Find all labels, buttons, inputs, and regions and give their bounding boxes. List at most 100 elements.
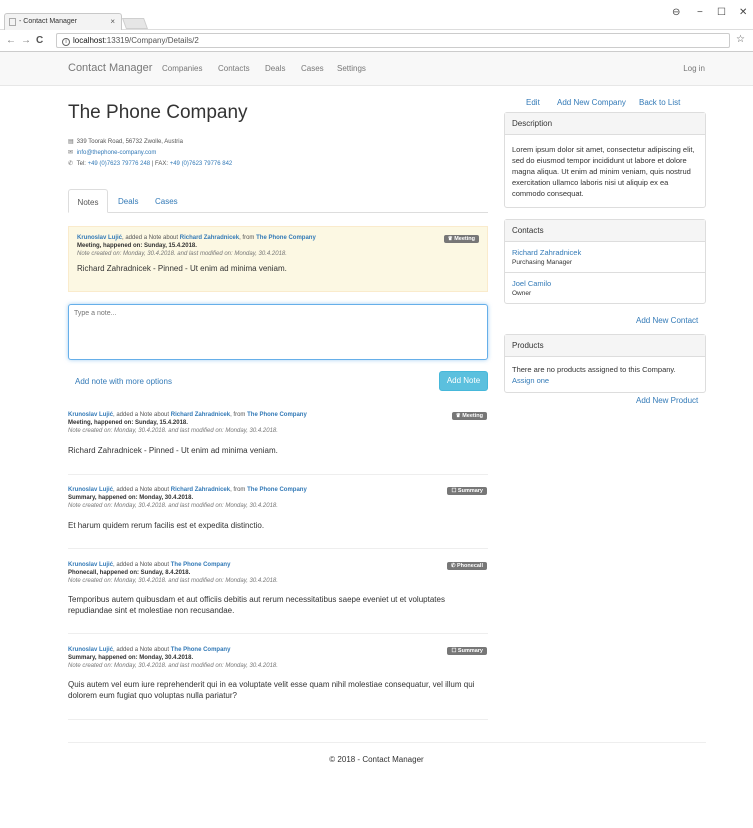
- back-arrow-icon[interactable]: ←: [6, 35, 16, 46]
- note-company-link[interactable]: The Phone Company: [247, 487, 307, 493]
- info-icon[interactable]: i: [62, 38, 70, 46]
- tab-cases[interactable]: Cases: [155, 189, 178, 213]
- add-product-link[interactable]: Add New Product: [636, 396, 698, 405]
- note-created: Note created on: Monday, 30.4.2018. and …: [68, 578, 278, 584]
- note-meta: Krunoslav Lujić, added a Note about The …: [68, 562, 488, 568]
- url-path: :13319/Company/Details/2: [104, 36, 199, 45]
- note-contact-link[interactable]: Richard Zahradnicek: [180, 235, 239, 241]
- note-item: Krunoslav Lujić, added a Note about The …: [68, 562, 488, 634]
- products-panel: Products There are no products assigned …: [504, 334, 706, 393]
- phone-icon: ✆: [68, 161, 74, 167]
- forward-arrow-icon[interactable]: →: [21, 35, 31, 46]
- note-happened: Summary, happened on: Monday, 30.4.2018.: [68, 495, 194, 501]
- note-company-link[interactable]: The Phone Company: [256, 235, 316, 241]
- panel-title: Products: [505, 335, 705, 357]
- tab-title: - Contact Manager: [19, 18, 77, 25]
- contacts-panel: Contacts Richard Zahradnicek Purchasing …: [504, 219, 706, 304]
- meeting-badge: ♛ Meeting: [451, 412, 487, 420]
- tab-deals[interactable]: Deals: [118, 189, 138, 213]
- site-navbar: Contact Manager Companies Contacts Deals…: [0, 52, 753, 86]
- panel-title: Description: [505, 113, 705, 135]
- email-link[interactable]: info@thephone-company.com: [77, 150, 157, 156]
- brand-link[interactable]: Contact Manager: [68, 62, 152, 74]
- note-meta: Krunoslav Lujić, added a Note about Rich…: [77, 235, 479, 241]
- reload-icon[interactable]: C: [36, 35, 43, 46]
- note-created: Note created on: Monday, 30.4.2018. and …: [68, 503, 278, 509]
- profile-icon[interactable]: ⊖: [672, 7, 680, 18]
- products-empty-text: There are no products assigned to this C…: [512, 365, 676, 374]
- note-meta-text: , added a Note about: [113, 647, 170, 653]
- note-meta-text: , from: [239, 235, 255, 241]
- url-field[interactable]: i localhost:13319/Company/Details/2: [56, 33, 730, 48]
- note-happened: Meeting, happened on: Sunday, 15.4.2018.: [77, 243, 197, 249]
- note-meta-text: , added a Note about: [122, 235, 179, 241]
- close-window-icon[interactable]: ✕: [739, 7, 747, 18]
- nav-settings[interactable]: Settings: [337, 64, 366, 73]
- login-link[interactable]: Log in: [683, 64, 705, 73]
- note-author[interactable]: Krunoslav Lujić: [68, 487, 113, 493]
- fax-link[interactable]: +49 (0)7623 79776 842: [170, 161, 233, 167]
- note-contact-link[interactable]: Richard Zahradnicek: [171, 487, 230, 493]
- note-happened: Meeting, happened on: Sunday, 15.4.2018.: [68, 420, 188, 426]
- note-item: Krunoslav Lujić, added a Note about Rich…: [68, 487, 488, 549]
- address-text: 339 Toorak Road, 56732 Zwolle, Austria: [76, 139, 183, 145]
- note-company-link[interactable]: The Phone Company: [247, 412, 307, 418]
- nav-deals[interactable]: Deals: [265, 64, 285, 73]
- assign-product-link[interactable]: Assign one: [512, 375, 698, 386]
- note-meta: Krunoslav Lujić, added a Note about Rich…: [68, 412, 488, 418]
- tab-notes[interactable]: Notes: [68, 189, 108, 213]
- company-phone: ✆ Tel: +49 (0)7623 79776 248 | FAX: +49 …: [68, 160, 232, 167]
- note-created: Note created on: Monday, 30.4.2018. and …: [68, 663, 278, 669]
- note-text: Richard Zahradnicek - Pinned - Ut enim a…: [68, 446, 278, 455]
- note-company-link[interactable]: The Phone Company: [171, 562, 231, 568]
- back-to-list-link[interactable]: Back to List: [639, 98, 680, 107]
- phonecall-badge: ✆ Phonecall: [446, 562, 487, 570]
- nav-contacts[interactable]: Contacts: [218, 64, 250, 73]
- close-tab-icon[interactable]: ×: [110, 17, 115, 26]
- products-body: There are no products assigned to this C…: [505, 357, 705, 392]
- more-options-link[interactable]: Add note with more options: [75, 377, 172, 386]
- contact-name-link[interactable]: Richard Zahradnicek: [512, 248, 698, 257]
- minimize-icon[interactable]: −: [697, 7, 703, 18]
- note-text: Quis autem vel eum iure reprehenderit qu…: [68, 680, 475, 700]
- add-contact-link[interactable]: Add New Contact: [636, 316, 698, 325]
- nav-cases[interactable]: Cases: [301, 64, 324, 73]
- email-icon: ✉: [68, 150, 74, 156]
- notes-tabs: Notes Deals Cases: [68, 189, 488, 213]
- edit-link[interactable]: Edit: [526, 98, 540, 107]
- note-input[interactable]: [68, 304, 488, 360]
- note-happened: Phonecall, happened on: Sunday, 8.4.2018…: [68, 570, 191, 576]
- maximize-icon[interactable]: ☐: [717, 7, 726, 18]
- note-meta: Krunoslav Lujić, added a Note about Rich…: [68, 487, 488, 493]
- note-author[interactable]: Krunoslav Lujić: [77, 235, 122, 241]
- description-text: Lorem ipsum dolor sit amet, consectetur …: [512, 145, 695, 198]
- note-item: Krunoslav Lujić, added a Note about Rich…: [68, 412, 488, 475]
- note-meta-text: , added a Note about: [113, 487, 170, 493]
- note-item: Krunoslav Lujić, added a Note about The …: [68, 647, 488, 720]
- phone-link[interactable]: +49 (0)7623 79776 248: [88, 161, 151, 167]
- meeting-icon: ♛: [447, 236, 453, 242]
- page-icon: [9, 18, 16, 26]
- bookmark-star-icon[interactable]: ☆: [736, 34, 745, 45]
- note-author[interactable]: Krunoslav Lujić: [68, 412, 113, 418]
- browser-tab[interactable]: - Contact Manager ×: [4, 13, 122, 30]
- note-company-link[interactable]: The Phone Company: [171, 647, 231, 653]
- add-company-link[interactable]: Add New Company: [557, 98, 626, 107]
- pinned-note: Krunoslav Lujić, added a Note about Rich…: [68, 226, 488, 292]
- add-note-button[interactable]: Add Note: [439, 371, 488, 391]
- description-panel: Description Lorem ipsum dolor sit amet, …: [504, 112, 706, 208]
- note-contact-link[interactable]: Richard Zahradnicek: [171, 412, 230, 418]
- new-tab-button[interactable]: [121, 18, 149, 29]
- note-author[interactable]: Krunoslav Lujić: [68, 647, 113, 653]
- note-author[interactable]: Krunoslav Lujić: [68, 562, 113, 568]
- contact-name-link[interactable]: Joel Camilo: [512, 279, 698, 288]
- company-email: ✉ info@thephone-company.com: [68, 149, 156, 156]
- contact-role: Owner: [512, 290, 532, 297]
- fax-label: | FAX:: [151, 161, 169, 167]
- nav-companies[interactable]: Companies: [162, 64, 202, 73]
- footer-divider: [68, 742, 706, 743]
- address-bar: ← → C i localhost:13319/Company/Details/2…: [0, 30, 753, 52]
- badge-label: Meeting: [454, 236, 475, 242]
- note-meta-text: , added a Note about: [113, 412, 170, 418]
- contact-role: Purchasing Manager: [512, 259, 572, 266]
